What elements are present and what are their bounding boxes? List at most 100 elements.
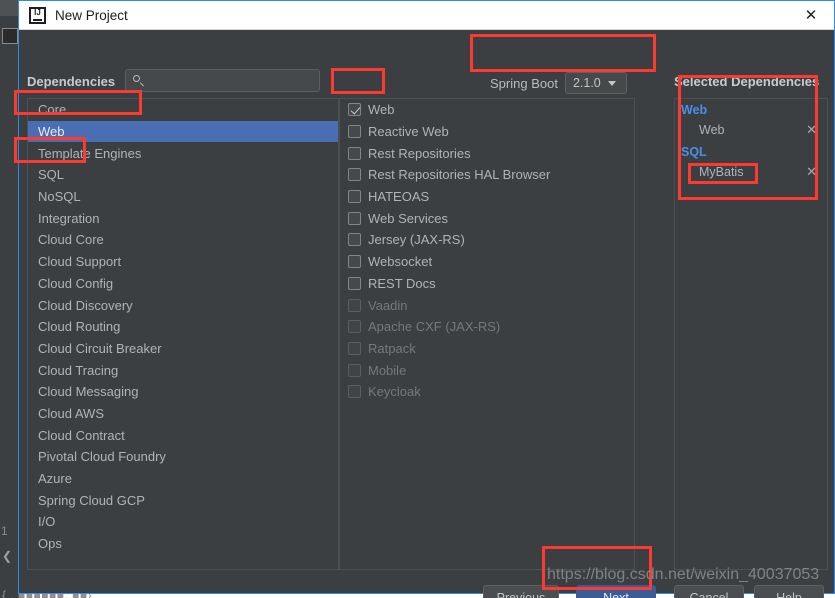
dialog-content: Dependencies Spring Boot 2.1.0 Selected … (19, 30, 834, 598)
category-item[interactable]: Cloud Routing (28, 316, 338, 338)
dialog-titlebar: New Project ✕ (19, 1, 834, 30)
remove-dependency-icon[interactable]: ✕ (806, 164, 817, 180)
search-input[interactable] (145, 73, 319, 88)
dependency-item[interactable]: REST Docs (340, 273, 634, 295)
category-item[interactable]: Template Engines (28, 142, 338, 164)
category-list: Core Web Template Engines SQL NoSQL Integrati… (27, 98, 339, 570)
spring-boot-version-select[interactable]: 2.1.0 (564, 72, 627, 94)
category-item-label: SQL (38, 167, 65, 183)
category-item[interactable]: Cloud Discovery (28, 294, 338, 316)
checkbox-checked-icon[interactable] (348, 103, 361, 117)
category-item-label: Pivotal Cloud Foundry (38, 449, 166, 465)
category-item[interactable]: Ops (28, 533, 338, 555)
category-item-label: Cloud Core (38, 232, 104, 248)
selected-dependency-item[interactable]: MyBatis ✕ (675, 161, 827, 183)
dependency-item[interactable]: HATEOAS (340, 186, 634, 208)
dependency-item[interactable]: Web (340, 99, 634, 121)
category-item-label: NoSQL (38, 189, 81, 205)
category-item-label: Cloud Contract (38, 427, 125, 443)
selected-group-header: SQL (681, 145, 707, 159)
checkbox-icon (348, 385, 361, 399)
checkbox-icon[interactable] (348, 190, 361, 204)
dependency-item: Mobile (340, 359, 634, 381)
category-item-label: Cloud Tracing (38, 362, 119, 378)
dependency-item-label: Reactive Web (368, 124, 449, 140)
dependency-item[interactable]: Rest Repositories (340, 142, 634, 164)
dependency-item[interactable]: Rest Repositories HAL Browser (340, 164, 634, 186)
category-item[interactable]: Cloud Circuit Breaker (28, 338, 338, 360)
category-item[interactable]: Cloud AWS (28, 403, 338, 425)
selected-dependency-label: MyBatis (699, 165, 744, 179)
checkbox-icon (348, 298, 361, 312)
checkbox-icon[interactable] (348, 255, 361, 269)
category-item[interactable]: Cloud Tracing (28, 359, 338, 381)
category-item[interactable]: I/O (28, 511, 338, 533)
dependency-item[interactable]: Jersey (JAX-RS) (340, 229, 634, 251)
category-item[interactable]: Cloud Support (28, 251, 338, 273)
dependency-item-label: Mobile (368, 362, 407, 378)
checkbox-icon[interactable] (348, 125, 361, 139)
dependency-item[interactable]: Websocket (340, 251, 634, 273)
category-item-label: Cloud AWS (38, 405, 104, 421)
category-item-label: Ops (38, 536, 62, 552)
search-box[interactable] (125, 69, 320, 92)
dependency-item-label: Apache CXF (JAX-RS) (368, 319, 501, 335)
category-item[interactable]: Cloud Core (28, 229, 338, 251)
category-item-label: Cloud Support (38, 254, 122, 270)
category-item[interactable]: NoSQL (28, 186, 338, 208)
next-button[interactable]: Next (576, 585, 656, 598)
new-project-dialog: New Project ✕ Dependencies Spring Boot 2… (18, 0, 835, 598)
dependency-item-label: Websocket (368, 254, 433, 270)
category-item[interactable]: Pivotal Cloud Foundry (28, 446, 338, 468)
close-icon[interactable]: ✕ (788, 1, 834, 29)
selected-dependency-item[interactable]: Web ✕ (675, 119, 827, 141)
category-item[interactable]: Core (28, 99, 338, 121)
category-item[interactable]: Azure (28, 468, 338, 490)
dependency-item-label: Rest Repositories (368, 145, 471, 161)
category-item[interactable]: Cloud Config (28, 273, 338, 295)
dependency-item-label: HATEOAS (368, 189, 430, 205)
category-item-label: Core (38, 102, 67, 118)
category-item-label: Web (38, 124, 65, 140)
screenshot-root: 1 ❮ { . ■■■■■■; ■■} New Project ✕ Depend… (0, 0, 835, 598)
category-item[interactable]: Cloud Contract (28, 424, 338, 446)
dependency-item-label: Vaadin (368, 297, 408, 313)
checkbox-icon[interactable] (348, 211, 361, 225)
help-button[interactable]: Help (754, 585, 824, 598)
next-button-mnemonic: N (603, 591, 613, 598)
checkbox-icon (348, 320, 361, 334)
category-item[interactable]: Cloud Messaging (28, 381, 338, 403)
category-item[interactable]: Integration (28, 207, 338, 229)
chevron-down-icon (607, 80, 616, 86)
next-button-label-rest: ext (612, 591, 629, 598)
category-item[interactable]: Spring Cloud GCP (28, 489, 338, 511)
category-item-label: Cloud Discovery (38, 297, 133, 313)
checkbox-icon[interactable] (348, 146, 361, 160)
previous-button-label-rest: revious (505, 591, 546, 598)
dependency-item[interactable]: Web Services (340, 207, 634, 229)
dependency-item: Ratpack (340, 338, 634, 360)
remove-dependency-icon[interactable]: ✕ (806, 122, 817, 138)
selected-group-header: Web (681, 103, 708, 117)
category-item-label: I/O (38, 514, 56, 530)
category-item-label: Azure (38, 471, 72, 487)
category-item-label: Template Engines (38, 145, 142, 161)
background-line-number: 1 (1, 524, 8, 538)
selected-dependencies-label: Selected Dependencies (674, 74, 820, 89)
category-item[interactable]: SQL (28, 164, 338, 186)
previous-button[interactable]: Previous (483, 585, 559, 598)
category-item-label: Spring Cloud GCP (38, 492, 145, 508)
dependency-item: Keycloak (340, 381, 634, 403)
checkbox-icon[interactable] (348, 276, 361, 290)
cancel-button[interactable]: Cancel (674, 585, 744, 598)
category-item-label: Cloud Messaging (38, 384, 139, 400)
checkbox-icon[interactable] (348, 168, 361, 182)
checkbox-icon[interactable] (348, 233, 361, 247)
dependency-item-label: Web Services (368, 210, 448, 226)
category-item[interactable]: Web (28, 120, 338, 143)
dependency-item[interactable]: Reactive Web (340, 121, 634, 143)
dependency-item: Apache CXF (JAX-RS) (340, 316, 634, 338)
checkbox-icon (348, 341, 361, 355)
background-app-icon (2, 28, 18, 44)
watermark-url: https://blog.csdn.net/weixin_40037053 (547, 566, 820, 583)
